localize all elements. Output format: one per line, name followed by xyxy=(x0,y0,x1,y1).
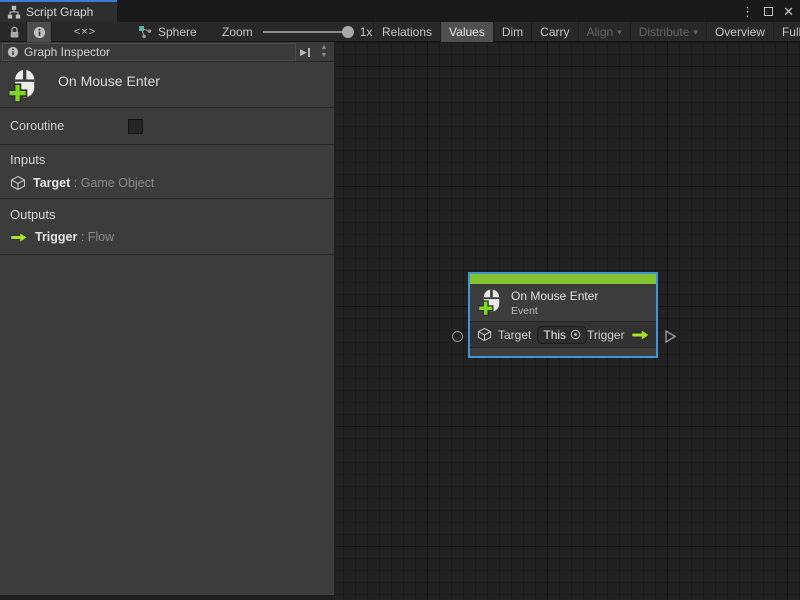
graph-name-label: Sphere xyxy=(158,25,197,39)
object-picker-icon[interactable] xyxy=(570,329,581,340)
chevron-down-icon: ▾ xyxy=(617,27,622,38)
dock-icon: ▶ xyxy=(300,48,307,57)
inspector-title: Graph Inspector xyxy=(24,45,110,59)
coroutine-setting-row: Coroutine xyxy=(0,108,334,145)
scroll-up-icon[interactable]: ▲ xyxy=(321,44,328,52)
toolbar-button-relations[interactable]: Relations xyxy=(373,22,440,42)
maximize-icon[interactable] xyxy=(764,7,773,16)
input-row-target: Target : Game Object xyxy=(10,175,334,191)
graph-toolbar: <×> Sphere Zoom 1x Relations Values Dim xyxy=(0,22,800,42)
code-icon: <×> xyxy=(74,26,96,38)
node-input-port[interactable] xyxy=(452,331,463,342)
flow-arrow-icon xyxy=(10,231,28,244)
toolbar-button-overview[interactable]: Overview xyxy=(706,22,773,42)
inspector-header: Graph Inspector ▶ ▲ ▼ xyxy=(0,42,334,62)
coroutine-checkbox[interactable] xyxy=(128,119,143,134)
inputs-heading: Inputs xyxy=(10,152,334,167)
node-subtitle: Event xyxy=(511,305,598,317)
output-type: : Flow xyxy=(81,230,114,244)
output-row-trigger: Trigger : Flow xyxy=(10,230,334,244)
tab-script-graph[interactable]: Script Graph xyxy=(0,0,117,22)
info-icon xyxy=(7,46,19,58)
toolbar-button-distribute[interactable]: Distribute ▾ xyxy=(630,22,706,42)
node-input-label: Target xyxy=(498,328,531,342)
network-graph-icon xyxy=(138,25,152,39)
node-footer xyxy=(470,348,656,356)
zoom-slider-track[interactable] xyxy=(263,31,351,33)
flow-arrow-icon xyxy=(631,328,650,342)
node-output-port[interactable] xyxy=(664,329,677,344)
this-value-chip[interactable]: This xyxy=(537,326,587,344)
node-title: On Mouse Enter xyxy=(511,289,598,303)
zoom-value: 1x xyxy=(360,25,373,39)
panel-scroll-stepper[interactable]: ▲ ▼ xyxy=(317,43,331,61)
lock-button[interactable] xyxy=(4,22,24,42)
node-port-row: Target This Trigger xyxy=(470,321,656,348)
zoom-label: Zoom xyxy=(222,25,253,39)
outputs-heading: Outputs xyxy=(10,207,334,222)
this-value: This xyxy=(543,328,566,342)
cube-icon xyxy=(477,327,492,342)
input-type: : Game Object xyxy=(74,176,155,190)
node-output-label: Trigger xyxy=(587,328,625,342)
inspector-unit-title: On Mouse Enter xyxy=(58,73,160,89)
coroutine-label: Coroutine xyxy=(10,119,128,133)
kebab-menu-icon[interactable]: ⋮ xyxy=(741,5,754,18)
graph-reference[interactable]: Sphere xyxy=(138,22,197,42)
inspector-title-box: Graph Inspector xyxy=(2,43,296,61)
cube-icon xyxy=(10,175,26,191)
mouse-event-icon xyxy=(8,69,39,103)
node-accent-bar xyxy=(470,274,656,284)
toolbar-button-carry[interactable]: Carry xyxy=(531,22,577,42)
mouse-event-icon xyxy=(478,289,503,316)
window-titlebar: Script Graph ⋮ ✕ xyxy=(0,0,800,22)
inspector-toggle-button[interactable] xyxy=(26,22,52,42)
input-name: Target xyxy=(33,176,70,190)
toolbar-button-values[interactable]: Values xyxy=(440,22,493,42)
zoom-control: Zoom 1x xyxy=(222,22,372,42)
toolbar-button-fullscreen[interactable]: Full Screen xyxy=(773,22,800,42)
scroll-down-icon[interactable]: ▼ xyxy=(321,52,328,60)
node-header[interactable]: On Mouse Enter Event xyxy=(470,284,656,321)
inspector-unit-section: On Mouse Enter xyxy=(0,62,334,108)
graph-inspector-panel: Graph Inspector ▶ ▲ ▼ On Mouse Enter Cor… xyxy=(0,42,335,595)
toolbar-button-align[interactable]: Align ▾ xyxy=(578,22,630,42)
lock-icon xyxy=(9,26,20,39)
zoom-slider-handle[interactable] xyxy=(342,26,354,38)
output-name: Trigger xyxy=(35,230,77,244)
dock-panel-button[interactable]: ▶ xyxy=(296,43,314,61)
inputs-section: Inputs Target : Game Object xyxy=(0,145,334,199)
info-icon xyxy=(33,26,46,39)
outputs-section: Outputs Trigger : Flow xyxy=(0,199,334,255)
close-icon[interactable]: ✕ xyxy=(783,5,794,18)
graph-hierarchy-icon xyxy=(7,5,21,19)
on-mouse-enter-node[interactable]: On Mouse Enter Event Target This xyxy=(468,272,658,358)
tab-label: Script Graph xyxy=(26,5,93,19)
chevron-down-icon: ▾ xyxy=(693,27,698,38)
code-view-button[interactable]: <×> xyxy=(68,22,102,42)
panel-bottom-strip xyxy=(0,595,335,600)
toolbar-button-dim[interactable]: Dim xyxy=(493,22,531,42)
